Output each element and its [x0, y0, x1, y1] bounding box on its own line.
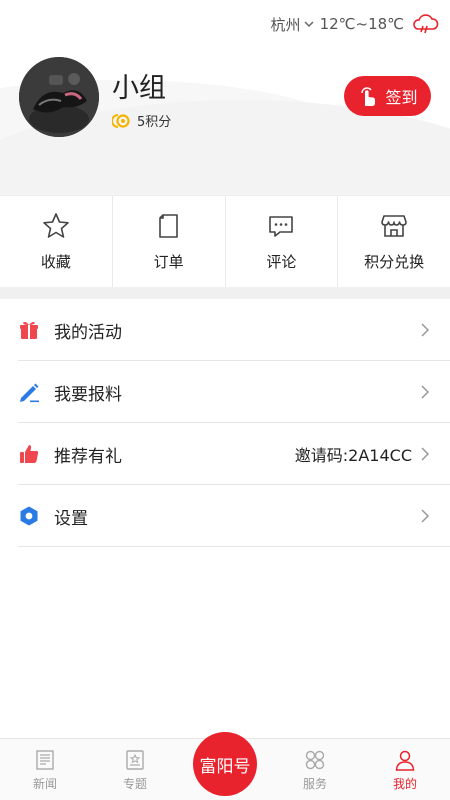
profile-header: 杭州 12℃~18℃ 小组 5积分 签到: [0, 0, 450, 195]
weather-widget[interactable]: 杭州 12℃~18℃: [271, 10, 440, 38]
tab-label: 我的: [392, 776, 417, 791]
menu-item-settings[interactable]: 设置: [0, 485, 450, 547]
menu-item-label: 设置: [54, 508, 88, 529]
center-tab-label: 富阳号: [199, 756, 251, 777]
quick-action-label: 收藏: [40, 253, 71, 271]
settings-hexagon-icon: [20, 506, 38, 526]
coin-icon: [112, 113, 130, 128]
newspaper-icon: [36, 749, 54, 770]
tab-label: 新闻: [32, 776, 57, 791]
section-divider: [0, 287, 450, 299]
cloud-rain-icon: [413, 14, 439, 34]
points-display[interactable]: 5积分: [112, 111, 171, 130]
checkin-button[interactable]: 签到: [344, 76, 431, 116]
tab-topics[interactable]: 专题: [90, 739, 180, 800]
pencil-icon: [20, 383, 39, 403]
quick-action-points-exchange[interactable]: 积分兑换: [338, 196, 450, 287]
menu-item-report-news[interactable]: 我要报料: [0, 361, 450, 423]
quick-action-comments[interactable]: 评论: [226, 196, 339, 287]
chevron-right-icon: [421, 323, 430, 337]
chevron-right-icon: [421, 385, 430, 399]
tab-news[interactable]: 新闻: [0, 739, 90, 800]
temperature-range: 12℃~18℃: [319, 15, 404, 33]
avatar-image: [19, 57, 99, 137]
checkin-label: 签到: [385, 88, 418, 107]
comment-icon: [269, 216, 294, 237]
quick-action-favorites[interactable]: 收藏: [0, 196, 113, 287]
hand-tap-icon: [361, 87, 376, 106]
city-selector[interactable]: 杭州: [271, 14, 314, 35]
points-label: 5积分: [137, 115, 172, 130]
invite-code: 邀请码:2A14CC: [294, 446, 412, 465]
quick-action-label: 评论: [266, 253, 297, 271]
menu-list: 我的活动 我要报料 推荐有礼 邀请码:2A14CC 设置: [0, 299, 450, 547]
person-icon: [395, 750, 415, 771]
menu-item-label: 我的活动: [54, 322, 122, 343]
quick-action-label: 订单: [153, 253, 184, 271]
topic-icon: [126, 749, 144, 770]
quick-action-orders[interactable]: 订单: [113, 196, 226, 287]
chevron-right-icon: [421, 447, 430, 461]
menu-item-my-activities[interactable]: 我的活动: [0, 299, 450, 361]
chevron-down-icon: [304, 21, 314, 28]
city-name: 杭州: [270, 15, 301, 34]
menu-item-label: 我要报料: [54, 384, 122, 405]
quick-actions: 收藏 订单 评论 积分兑换: [0, 195, 450, 287]
tab-label: 专题: [122, 776, 147, 791]
chevron-right-icon: [421, 509, 430, 523]
menu-item-label: 推荐有礼: [54, 446, 122, 467]
username: 小组: [112, 73, 166, 104]
avatar[interactable]: [19, 57, 99, 137]
menu-item-referral[interactable]: 推荐有礼 邀请码:2A14CC: [0, 423, 450, 485]
tab-label: 服务: [302, 776, 327, 791]
tab-fuyang-account[interactable]: 富阳号: [193, 732, 257, 796]
tab-mine[interactable]: 我的: [360, 739, 450, 800]
document-icon: [158, 214, 178, 238]
star-icon: [43, 213, 69, 238]
shop-icon: [381, 215, 407, 237]
tab-services[interactable]: 服务: [270, 739, 360, 800]
grid-icon: [305, 750, 325, 769]
thumbs-up-icon: [20, 445, 39, 463]
gift-icon: [20, 321, 38, 339]
quick-action-label: 积分兑换: [364, 253, 425, 271]
